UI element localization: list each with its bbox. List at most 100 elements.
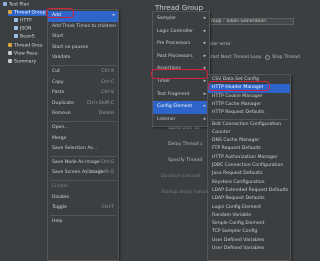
menu-item-pre-processors[interactable]: Pre Processors ▸	[153, 38, 209, 51]
menu-item-sampler[interactable]: Sampler ▸	[153, 13, 209, 26]
menu-item-label: TCP Sampler Config	[212, 229, 258, 235]
tree-item-summary[interactable]: Summary	[8, 59, 36, 65]
submenu-arrow-icon: ▸	[203, 41, 206, 47]
submenu-arrow-icon: ▸	[112, 13, 115, 18]
menu-item-cut[interactable]: Cut Ctrl-X	[48, 67, 118, 78]
menu-separator	[50, 214, 116, 216]
menu-item-save-node-as-image[interactable]: Save Node As Image Ctrl-G	[48, 158, 118, 169]
menu-item-simple-config-element[interactable]: Simple Config Element	[208, 220, 290, 228]
submenu-arrow-icon: ▸	[203, 28, 206, 34]
menu-item-http-authorization-manager[interactable]: HTTP Authorization Manager	[208, 154, 290, 162]
menu-item-dns-cache-manager[interactable]: DNS Cache Manager	[208, 137, 290, 145]
menu-item-user-defined-variables[interactable]: User Defined Variables	[208, 245, 290, 253]
submenu-arrow-icon: ▸	[203, 116, 206, 122]
tree-item-view-resu[interactable]: View Resu	[8, 51, 37, 57]
tree-item-label: Thread Grou	[14, 43, 43, 49]
menu-item-label: Enable	[52, 184, 68, 189]
menu-item-validate[interactable]: Validate	[48, 53, 118, 64]
menu-item-label: Help	[52, 218, 63, 224]
menu-item-label: Start	[52, 34, 64, 40]
menu-item-label: Config Element	[157, 104, 193, 110]
menu-item-listener[interactable]: Listener ▸	[153, 114, 209, 127]
menu-item-label: Validate	[52, 55, 71, 61]
add-highlight-ring	[46, 8, 74, 18]
menu-item-save-selection-as[interactable]: Save Selection As...	[48, 144, 118, 155]
menu-item-label: Simple Config Element	[212, 221, 265, 227]
menu-item-shortcut: Ctrl+Shift-C	[86, 100, 114, 106]
menu-item-disable[interactable]: Disable	[48, 193, 118, 204]
tree-item-thread-grou[interactable]: Thread Grou	[8, 43, 43, 49]
menu-item-java-request-defaults[interactable]: Java Request Defaults	[208, 170, 290, 178]
menu-item-add-think-times-to-children[interactable]: Add Think Times to children	[48, 22, 118, 33]
menu-item-counter[interactable]: Counter	[208, 129, 290, 137]
menu-item-label: Merge	[52, 135, 67, 141]
tree-item-json[interactable]: JSON	[14, 26, 31, 32]
menu-item-paste[interactable]: Paste Ctrl-V	[48, 88, 118, 99]
menu-item-bolt-connection-configuration[interactable]: Bolt Connection Configuration	[208, 121, 290, 129]
menu-item-logic-controller[interactable]: Logic Controller ▸	[153, 26, 209, 39]
menu-item-ldap-request-defaults[interactable]: LDAP Request Defaults	[208, 195, 290, 203]
menu-item-label: Cut	[52, 69, 60, 74]
menu-item-label: Toggle	[52, 205, 67, 211]
menu-item-start-no-pauses[interactable]: Start no pauses	[48, 43, 118, 54]
delay-thread-checkbox-label[interactable]: Delay Thread c	[168, 142, 203, 147]
menu-item-open[interactable]: Open...	[48, 123, 118, 134]
menu-item-help[interactable]: Help	[48, 217, 118, 228]
menu-item-label: User Defined Variables	[212, 246, 265, 251]
menu-separator	[50, 180, 116, 181]
menu-separator	[50, 65, 116, 66]
menu-item-label: JDBC Connection Configuration	[212, 163, 284, 168]
menu-item-label: Open...	[52, 125, 69, 130]
stop-thread-label: Stop Thread	[272, 55, 300, 60]
menu-item-label: Copy	[52, 79, 64, 85]
menu-item-enable[interactable]: Enable	[48, 182, 118, 193]
menu-item-shortcut: Ctrl-G	[100, 159, 114, 165]
menu-item-http-cookie-manager[interactable]: HTTP Cookie Manager	[208, 93, 290, 101]
start-next-loop-label: Start Next Thread Loop	[208, 55, 262, 60]
extractor-icon	[14, 26, 18, 30]
menu-item-toggle[interactable]: Toggle Ctrl-T	[48, 203, 118, 214]
menu-item-label: Pre Processors	[157, 41, 191, 47]
menu-item-test-fragment[interactable]: Test Fragment ▸	[153, 89, 209, 102]
menu-item-keystore-configuration[interactable]: Keystore Configuration	[208, 179, 290, 187]
tree-item-label: Test Plan	[9, 2, 30, 8]
menu-item-post-processors[interactable]: Post Processors ▸	[153, 51, 209, 64]
menu-item-remove[interactable]: Remove Delete	[48, 109, 118, 120]
specify-thread-checkbox-label[interactable]: Specify Thread	[168, 158, 202, 163]
menu-item-label: Sampler	[157, 16, 177, 21]
listener-icon	[8, 51, 12, 55]
menu-item-tcp-sampler-config[interactable]: TCP Sampler Config	[208, 228, 290, 236]
menu-item-login-config-element[interactable]: Login Config Element	[208, 204, 290, 212]
menu-item-http-cache-manager[interactable]: HTTP Cache Manager	[208, 101, 290, 109]
tree-item-label: Thread Group	[14, 10, 46, 16]
menu-item-label: HTTP Request Defaults	[212, 110, 265, 116]
menu-item-duplicate[interactable]: Duplicate Ctrl+Shift-C	[48, 99, 118, 110]
tree-item-thread-group[interactable]: Thread Group	[8, 10, 48, 16]
name-field[interactable]: roup - Token Generation	[208, 18, 294, 25]
tree-item-test-plan[interactable]: Test Plan	[3, 2, 29, 8]
menu-item-ftp-request-defaults[interactable]: FTP Request Defaults	[208, 145, 290, 153]
menu-item-save-screen-as-image[interactable]: Save Screen As Image Ctrl+Shift-G	[48, 168, 118, 179]
menu-item-merge[interactable]: Merge	[48, 134, 118, 145]
tree-item-http[interactable]: HTTP	[14, 18, 32, 24]
submenu-arrow-icon: ▸	[203, 16, 206, 21]
menu-item-jdbc-connection-configuration[interactable]: JDBC Connection Configuration	[208, 162, 290, 170]
menu-item-start[interactable]: Start	[48, 32, 118, 43]
menu-item-user-defined-variables[interactable]: User Defined Variables	[208, 237, 290, 245]
menu-item-shortcut: Ctrl-X	[101, 69, 114, 74]
tree-item-label: HTTP	[20, 18, 32, 24]
menu-item-ldap-extended-request-defaults[interactable]: LDAP Extended Request Defaults	[208, 187, 290, 195]
startup-delay-label: Startup delay (secon	[161, 190, 209, 195]
menu-item-shortcut: Ctrl-V	[101, 90, 114, 96]
tree-item-beans[interactable]: BeanS	[14, 34, 35, 40]
menu-item-random-variable[interactable]: Random Variable	[208, 212, 290, 220]
menu-item-http-request-defaults[interactable]: HTTP Request Defaults	[208, 109, 290, 117]
menu-item-copy[interactable]: Copy Ctrl-C	[48, 78, 118, 89]
menu-item-label: HTTP Authorization Manager	[212, 154, 278, 160]
menu-item-label: Save Selection As...	[52, 146, 98, 152]
stop-thread-radio[interactable]	[265, 55, 270, 60]
script-icon	[14, 34, 18, 38]
menu-item-config-element[interactable]: Config Element ▸	[153, 101, 209, 114]
tree-item-label: JSON	[20, 26, 32, 32]
menu-item-label: Bolt Connection Configuration	[212, 121, 282, 127]
